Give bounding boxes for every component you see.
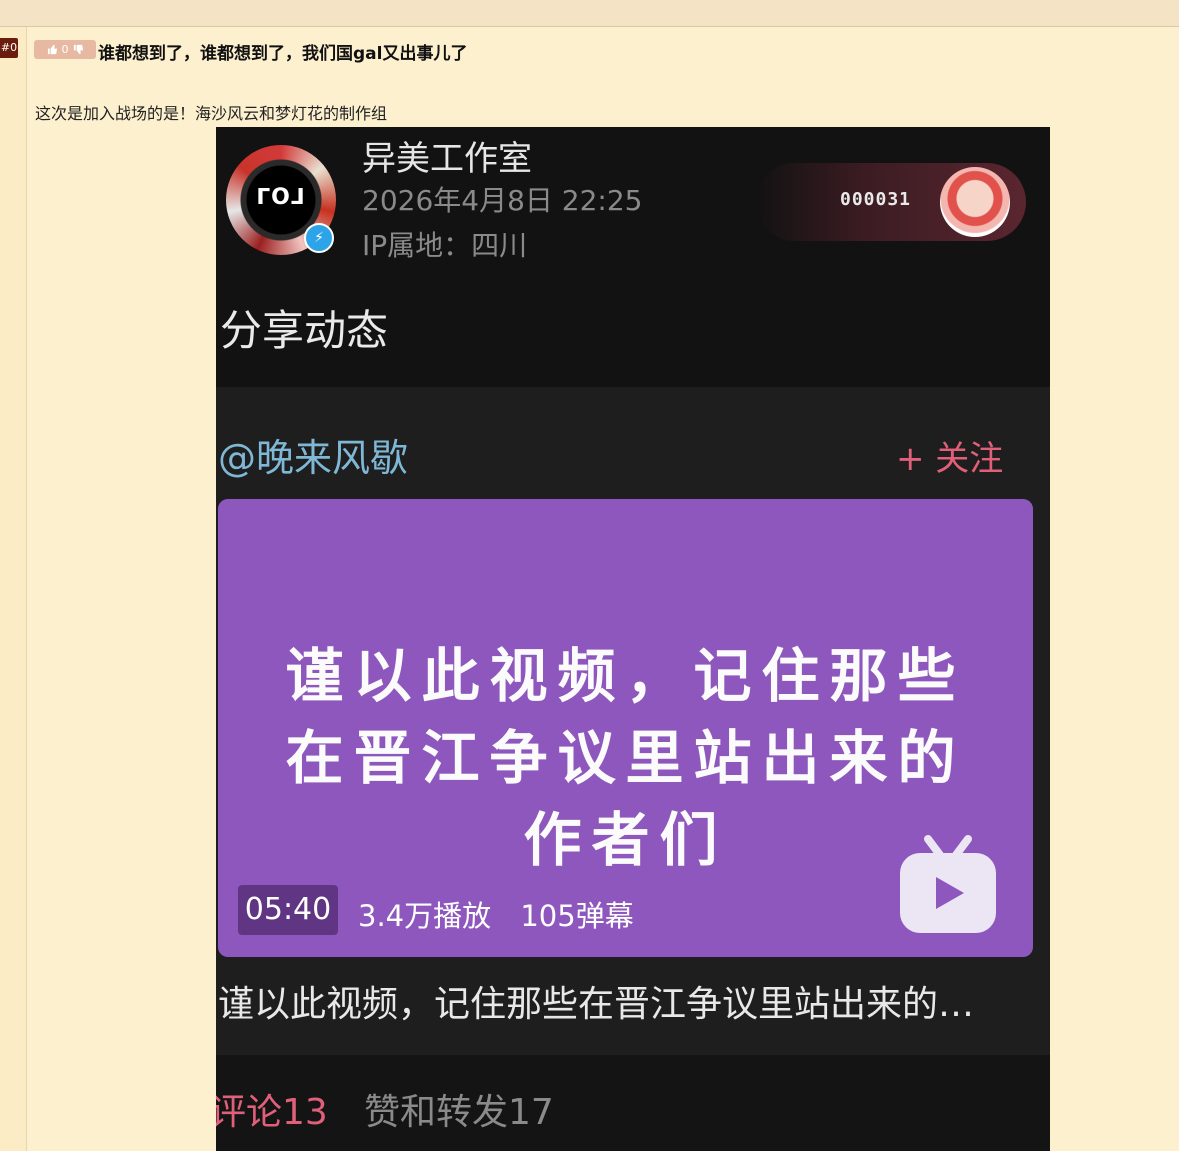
- studio-logo-icon: ᒥOᒧ: [256, 185, 306, 210]
- embedded-screenshot: ᒥOᒧ ⚡ 异美工作室 2026年4月8日 22:25 IP属地：四川 0000…: [216, 127, 1050, 1151]
- fan-number: 000031: [840, 189, 912, 210]
- fan-badge-card: 000031: [756, 163, 1026, 241]
- share-label: 分享动态: [220, 306, 389, 355]
- tab-comments: 评论13: [216, 1092, 328, 1133]
- post-title: 谁都想到了，谁都想到了，我们国gal又出事儿了: [98, 44, 468, 64]
- video-text-line: 在晋江争议里站出来的: [285, 724, 966, 792]
- ip-location: IP属地：四川: [362, 229, 528, 262]
- post-body: 这次是加入战场的是！海沙风云和梦灯花的制作组: [35, 104, 388, 123]
- thumbs-up-icon[interactable]: [47, 44, 58, 55]
- studio-avatar: ᒥOᒧ ⚡: [226, 145, 336, 255]
- video-text-line: 谨以此视频，记住那些: [285, 642, 966, 710]
- post-time: 2026年4月8日 22:25: [362, 184, 643, 217]
- video-views: 3.4万播放: [358, 899, 492, 933]
- bilibili-tv-play-icon: [900, 835, 996, 933]
- video-danmaku: 105弹幕: [520, 899, 634, 933]
- fan-avatar: [940, 167, 1010, 237]
- video-card: 谨以此视频，记住那些 在晋江争议里站出来的 作者们 05:40 3.4万播放 1…: [218, 499, 1033, 957]
- video-caption: 谨以此视频，记住那些在晋江争议里站出来的…: [218, 984, 975, 1025]
- follow-button: + 关注: [896, 439, 1004, 479]
- video-duration: 05:40: [238, 885, 338, 935]
- vote-count: 0: [61, 43, 69, 56]
- video-stats: 3.4万播放 105弹幕: [358, 893, 654, 935]
- repost-area: @晚来风歇 + 关注 谨以此视频，记住那些 在晋江争议里站出来的 作者们 05:…: [216, 387, 1050, 1055]
- lightning-badge-icon: ⚡: [304, 223, 334, 253]
- floor-badge: #0: [0, 38, 18, 58]
- mention-link: @晚来风歇: [218, 436, 409, 480]
- top-bar: [0, 0, 1179, 27]
- vote-control[interactable]: 0: [34, 40, 96, 59]
- screenshot-header: ᒥOᒧ ⚡ 异美工作室 2026年4月8日 22:25 IP属地：四川 0000…: [216, 127, 1050, 387]
- left-gutter: [0, 27, 27, 1151]
- tab-likes-reposts: 赞和转发17: [364, 1092, 554, 1133]
- thumbs-down-icon[interactable]: [73, 44, 84, 55]
- studio-name: 异美工作室: [362, 139, 532, 179]
- screenshot-tabs: 评论13 赞和转发17: [216, 1055, 1050, 1151]
